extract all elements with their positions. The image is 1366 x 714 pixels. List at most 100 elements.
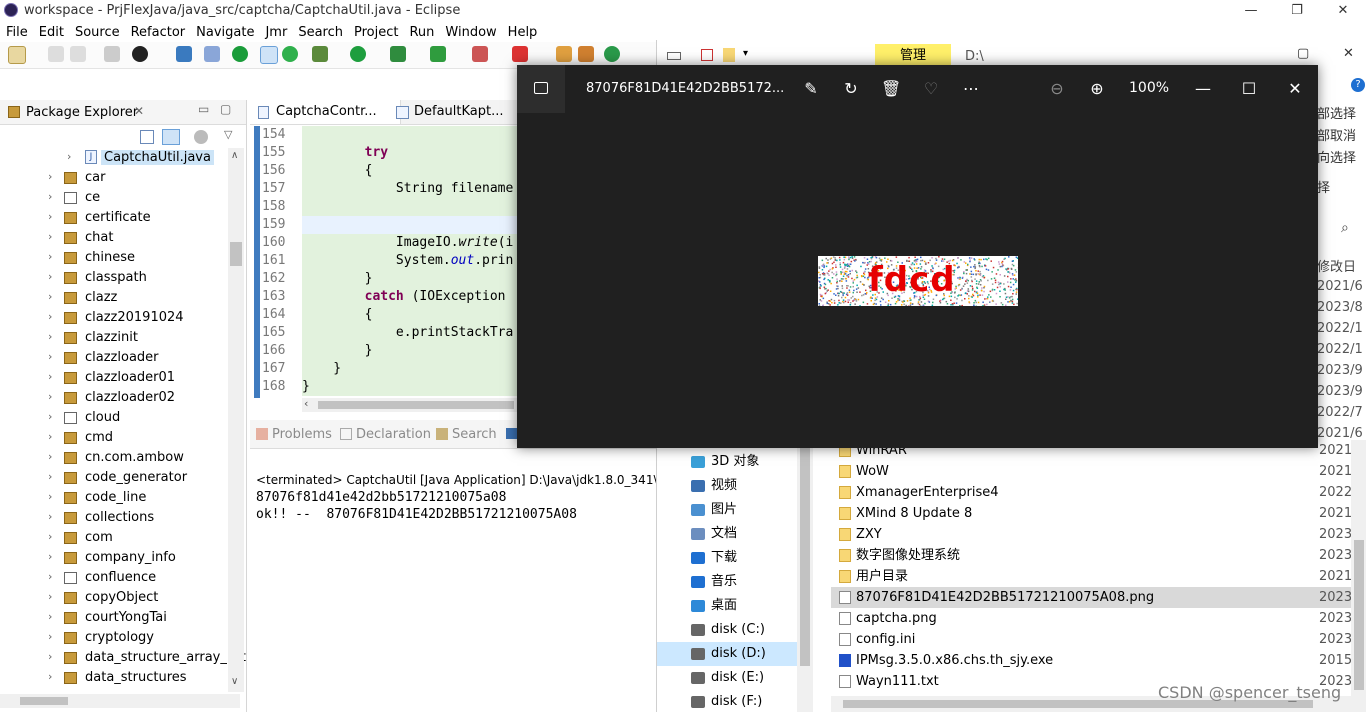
package-explorer-tab[interactable]: Package Explorer ✕ ▭ ▢ (0, 100, 246, 125)
tree-item-package[interactable]: ›chinese (0, 248, 228, 268)
minimize-view-icon[interactable]: ▭ (198, 102, 209, 116)
file-row[interactable]: config.ini2023/9 (831, 629, 1351, 650)
save-all-icon[interactable] (70, 46, 86, 62)
menu-window[interactable]: Window (439, 22, 501, 40)
tab-search[interactable]: Search (436, 427, 497, 442)
file-row[interactable]: XMind 8 Update 82021/8 (831, 503, 1351, 524)
file-row[interactable]: WoW2021/6 (831, 461, 1351, 482)
menu-search[interactable]: Search (292, 22, 348, 40)
refresh-icon[interactable] (282, 46, 298, 62)
code-line[interactable]: 162 } (250, 270, 518, 288)
menu-file[interactable]: File (0, 22, 33, 40)
chevron-right-icon[interactable]: › (48, 190, 52, 203)
code-line[interactable]: 160 ImageIO.write(i (250, 234, 518, 252)
file-row[interactable]: ZXY2023/6 (831, 524, 1351, 545)
nav-item[interactable]: 3D 对象 (657, 450, 797, 474)
zoom-in-icon[interactable]: ⊕ (1087, 79, 1107, 99)
code-line[interactable]: 164 { (250, 306, 518, 324)
coverage-icon[interactable] (430, 46, 446, 62)
help-icon[interactable]: ? (1351, 78, 1365, 92)
see-all-photos-button[interactable] (517, 65, 565, 113)
tree-item-package[interactable]: ›car (0, 168, 228, 188)
chevron-right-icon[interactable]: › (48, 610, 52, 623)
tree-item-package[interactable]: ›cn.com.ambow (0, 448, 228, 468)
tree-item-package[interactable]: ›cmd (0, 428, 228, 448)
file-row[interactable]: 87076F81D41E42D2BB51721210075A08.png2023… (831, 587, 1351, 608)
code-line[interactable]: 158 (250, 198, 518, 216)
menu-jmr[interactable]: Jmr (259, 22, 292, 40)
chevron-right-icon[interactable]: › (48, 390, 52, 403)
chevron-right-icon[interactable]: › (48, 210, 52, 223)
pin-icon[interactable] (204, 46, 220, 62)
code-line[interactable]: 163 catch (IOException (250, 288, 518, 306)
tab-declaration[interactable]: Declaration (340, 427, 431, 442)
new-icon[interactable] (8, 46, 26, 64)
scroll-up-icon[interactable]: ∧ (231, 150, 238, 161)
select-none-action[interactable]: 部取消 (1317, 126, 1366, 148)
more-options-icon[interactable]: ⋯ (961, 79, 981, 99)
editor-hscrollbar-thumb[interactable] (318, 401, 514, 409)
viewer-minimize-button[interactable]: — (1193, 79, 1213, 99)
edit-image-icon[interactable]: ✎ (801, 79, 821, 99)
nav-item[interactable]: 文档 (657, 522, 797, 546)
file-list-scrollbar-thumb[interactable] (1354, 540, 1364, 690)
invert-selection-action[interactable]: 向选择 (1317, 148, 1366, 170)
nav-item[interactable]: disk (F:) (657, 690, 797, 714)
file-row[interactable]: 用户目录2021/7 (831, 566, 1351, 587)
maximize-view-icon[interactable]: ▢ (220, 102, 231, 116)
tree-item-package[interactable]: ›clazzloader02 (0, 388, 228, 408)
file-row[interactable]: IPMsg.3.5.0.x86.chs.th_sjy.exe2015/5 (831, 650, 1351, 671)
tree-item-package[interactable]: ›confluence (0, 568, 228, 588)
code-line[interactable]: 161 System.out.prin (250, 252, 518, 270)
viewer-close-button[interactable]: ✕ (1285, 79, 1305, 99)
code-line[interactable]: 166 } (250, 342, 518, 360)
nav-scrollbar-thumb[interactable] (800, 448, 810, 666)
chevron-right-icon[interactable]: › (48, 590, 52, 603)
code-line[interactable]: 156 { (250, 162, 518, 180)
file-row[interactable]: captcha.png2023/9 (831, 608, 1351, 629)
fe-close-button[interactable]: ✕ (1343, 46, 1354, 61)
folder-icon[interactable] (723, 48, 735, 62)
menu-source[interactable]: Source (69, 22, 125, 40)
console-icon[interactable] (176, 46, 192, 62)
tree-item-package[interactable]: ›clazzloader01 (0, 368, 228, 388)
nav-item[interactable]: 图片 (657, 498, 797, 522)
view-menu-icon[interactable]: ▽ (224, 128, 232, 141)
chevron-right-icon[interactable]: › (48, 530, 52, 543)
external-tools-icon[interactable] (512, 46, 528, 62)
chevron-right-icon[interactable]: › (48, 350, 52, 363)
code-line[interactable]: 155 try (250, 144, 518, 162)
select-all-action[interactable]: 部选择 (1317, 104, 1366, 126)
chevron-right-icon[interactable]: › (48, 490, 52, 503)
tree-item-package[interactable]: ›clazz20191024 (0, 308, 228, 328)
tree-item-package[interactable]: ›courtYongTai (0, 608, 228, 628)
target-icon[interactable] (132, 46, 148, 62)
focus-icon[interactable] (194, 130, 208, 144)
code-line[interactable]: 167 } (250, 360, 518, 378)
collapse-all-icon[interactable] (140, 130, 154, 144)
terminal-icon[interactable] (104, 46, 120, 62)
chevron-right-icon[interactable]: › (48, 170, 52, 183)
tree-item-package[interactable]: ›code_generator (0, 468, 228, 488)
chevron-right-icon[interactable]: › (48, 370, 52, 383)
nav-item[interactable]: disk (E:) (657, 666, 797, 690)
menu-edit[interactable]: Edit (33, 22, 69, 40)
minimize-button[interactable]: — (1228, 0, 1274, 22)
run-config-icon[interactable] (390, 46, 406, 62)
chevron-right-icon[interactable]: › (48, 430, 52, 443)
code-line[interactable]: 165 e.printStackTra (250, 324, 518, 342)
favorite-heart-icon[interactable]: ♡ (921, 79, 941, 99)
search-icon[interactable]: ⌕ (1341, 220, 1349, 236)
tree-item-package[interactable]: ›com (0, 528, 228, 548)
chevron-right-icon[interactable]: › (48, 250, 52, 263)
tree-item-package[interactable]: ›copyObject (0, 588, 228, 608)
chevron-right-icon[interactable]: › (48, 450, 52, 463)
chevron-right-icon[interactable]: › (48, 410, 52, 423)
code-line[interactable]: 168} (250, 378, 518, 396)
chevron-right-icon[interactable]: › (67, 150, 71, 163)
chevron-right-icon[interactable]: › (48, 270, 52, 283)
tab-problems[interactable]: Problems (256, 427, 332, 442)
tree-item-package[interactable]: ›classpath (0, 268, 228, 288)
package-tree-hscrollbar[interactable] (0, 694, 240, 708)
properties-icon[interactable] (701, 49, 713, 61)
